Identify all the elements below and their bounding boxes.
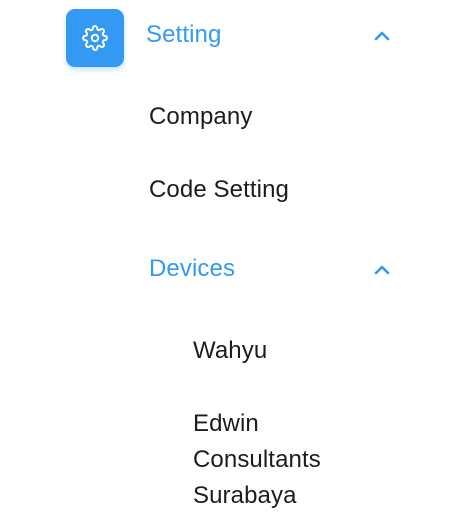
menu-item-code-setting[interactable]: Code Setting bbox=[149, 172, 289, 208]
settings-menu: Setting Company Code Setting Devices Wah… bbox=[0, 0, 457, 516]
chevron-up-icon[interactable] bbox=[374, 265, 390, 275]
menu-item-company[interactable]: Company bbox=[149, 99, 252, 135]
chevron-up-icon[interactable] bbox=[374, 31, 390, 41]
setting-menu-label[interactable]: Setting bbox=[146, 17, 221, 53]
gear-icon bbox=[82, 25, 108, 51]
device-item-line: Edwin bbox=[193, 410, 259, 437]
settings-icon-tile[interactable] bbox=[66, 9, 124, 67]
device-item-line: Consultants bbox=[193, 446, 321, 473]
devices-submenu-label[interactable]: Devices bbox=[149, 251, 235, 287]
device-item-edwin-consultants-surabaya[interactable]: Edwin Consultants Surabaya bbox=[193, 406, 321, 514]
device-item-wahyu[interactable]: Wahyu bbox=[193, 333, 267, 369]
device-item-line: Surabaya bbox=[193, 482, 297, 509]
